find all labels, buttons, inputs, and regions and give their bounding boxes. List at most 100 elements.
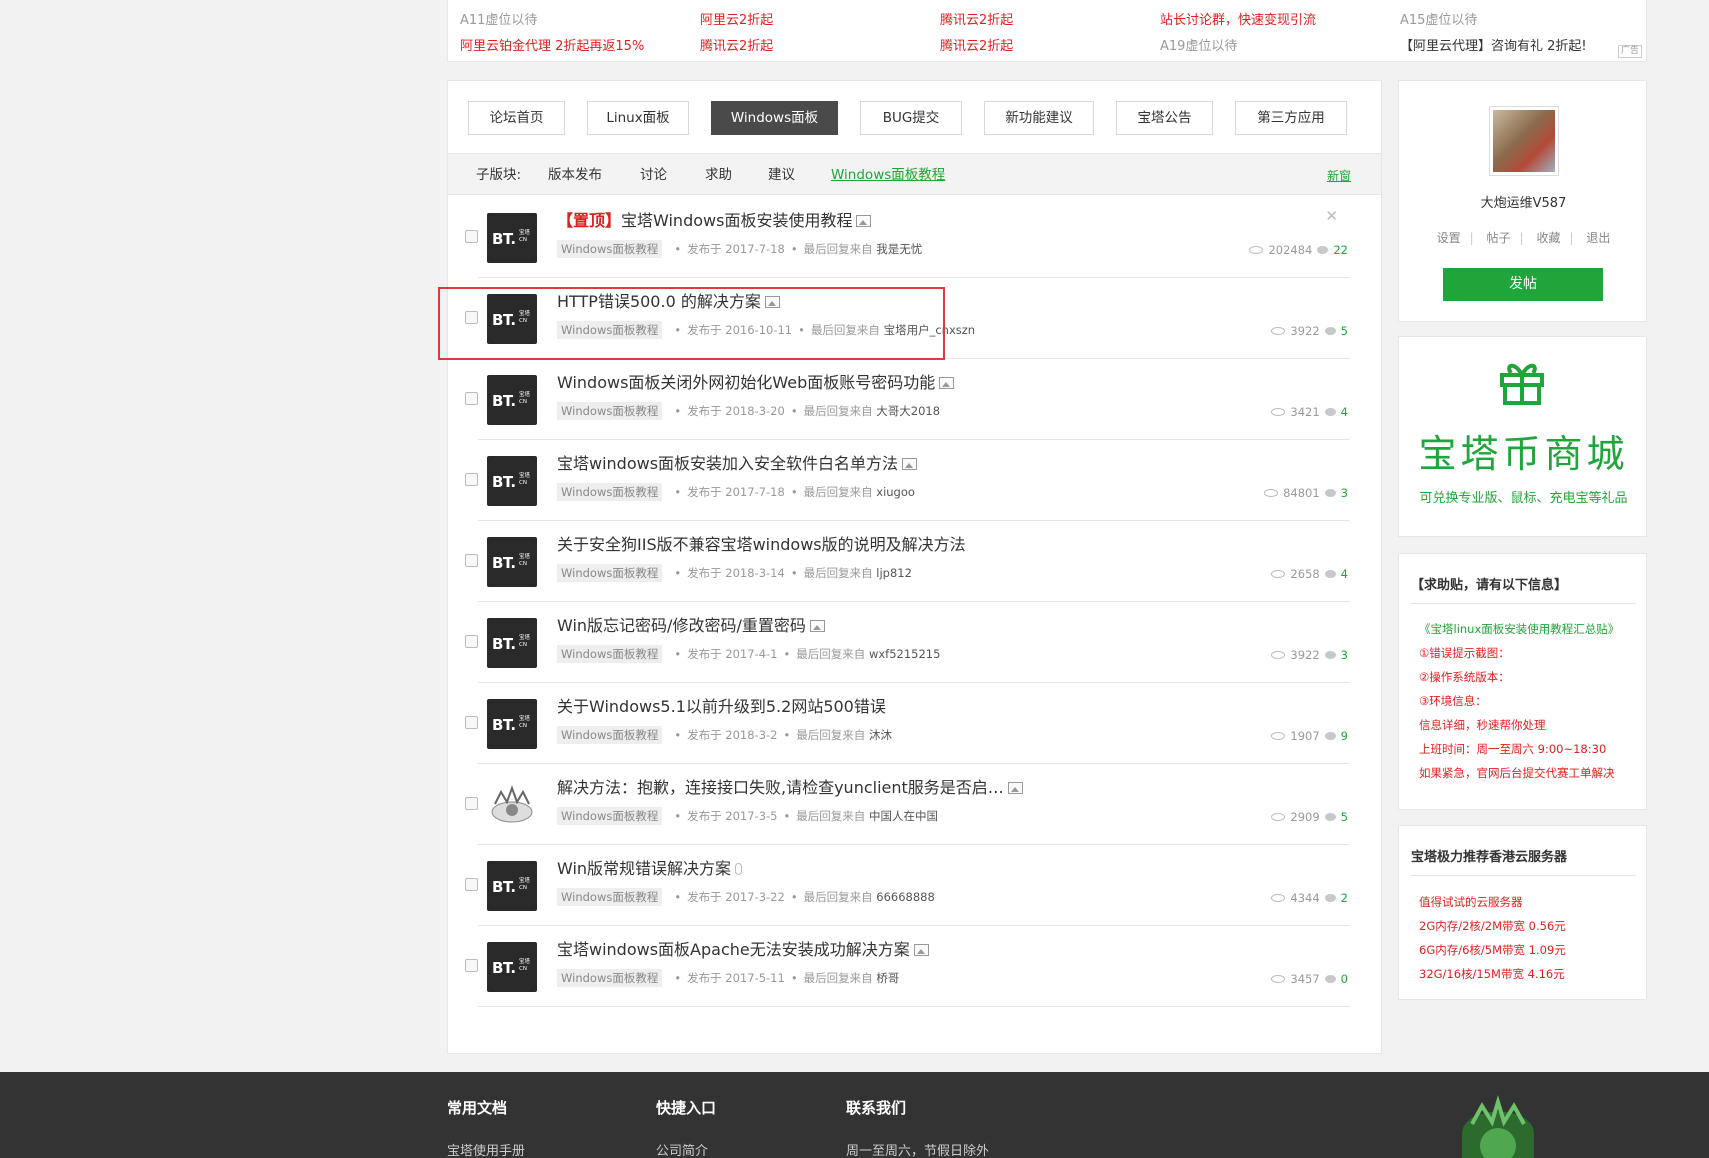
thread-checkbox[interactable]	[465, 878, 478, 891]
thread-title-text[interactable]: 宝塔Windows面板安装使用教程	[621, 211, 852, 230]
thread-row[interactable]: 解决方法：抱歉，连接接口失败,请检查yunclient服务是否启… Windows…	[465, 764, 1350, 845]
close-icon[interactable]: ✕	[1325, 207, 1338, 225]
last-reply-user[interactable]: xiugoo	[876, 485, 915, 499]
last-reply-user[interactable]: 沐沐	[869, 728, 892, 742]
ad-link[interactable]: 阿里云铂金代理 2折起再返15%	[460, 35, 644, 54]
thread-title[interactable]: 关于安全狗IIS版不兼容宝塔windows版的说明及解决方法	[557, 531, 966, 555]
thread-checkbox[interactable]	[465, 635, 478, 648]
tab-windows-panel[interactable]: Windows面板	[711, 101, 838, 135]
thread-title-text[interactable]: 宝塔windows面板Apache无法安装成功解决方案	[557, 940, 910, 959]
thread-checkbox[interactable]	[465, 554, 478, 567]
coin-shop-banner[interactable]: 宝塔币商城 可兑换专业版、鼠标、充电宝等礼品	[1398, 336, 1647, 537]
tab-linux-panel[interactable]: Linux面板	[587, 101, 689, 135]
thread-title[interactable]: 【置顶】宝塔Windows面板安装使用教程	[557, 207, 872, 231]
thread-row[interactable]: BT. 宝塔 CN 宝塔windows面板Apache无法安装成功解决方案 Window…	[465, 926, 1350, 1007]
category-badge[interactable]: Windows面板教程	[557, 888, 663, 906]
category-badge[interactable]: Windows面板教程	[557, 483, 663, 501]
thread-title[interactable]: 关于Windows5.1以前升级到5.2网站500错误	[557, 693, 886, 717]
subforum-help[interactable]: 求助	[705, 154, 732, 196]
thread-row[interactable]: BT. 宝塔 CN 宝塔windows面板安装加入安全软件白名单方法 Windows面板…	[465, 440, 1350, 521]
thread-row[interactable]: BT. 宝塔 CN 【置顶】宝塔Windows面板安装使用教程 Windows面板教程 •…	[465, 197, 1350, 278]
thread-title[interactable]: 宝塔windows面板安装加入安全软件白名单方法	[557, 450, 918, 474]
thread-checkbox[interactable]	[465, 392, 478, 405]
category-badge[interactable]: Windows面板教程	[557, 402, 663, 420]
hk-server-link[interactable]: 2G内存/2核/2M带宽 0.56元	[1419, 918, 1566, 934]
category-badge[interactable]: Windows面板教程	[557, 726, 663, 744]
ad-link[interactable]: A19虚位以待	[1160, 35, 1237, 54]
avatar[interactable]	[487, 780, 537, 830]
last-reply-user[interactable]: ljp812	[876, 566, 912, 580]
subforum-suggestions[interactable]: 建议	[768, 154, 795, 196]
thread-row[interactable]: BT. 宝塔 CN Win版常规错误解决方案 Windows面板教程 • 发布于 2017-…	[465, 845, 1350, 926]
my-posts-link[interactable]: 帖子	[1487, 231, 1511, 245]
thread-title-text[interactable]: Win版忘记密码/修改密码/重置密码	[557, 616, 806, 635]
category-badge[interactable]: Windows面板教程	[557, 564, 663, 582]
category-badge[interactable]: Windows面板教程	[557, 645, 663, 663]
thread-row[interactable]: BT. 宝塔 CN Windows面板关闭外网初始化Web面板账号密码功能 Window…	[465, 359, 1350, 440]
tab-feature-request[interactable]: 新功能建议	[984, 101, 1094, 135]
bt-avatar[interactable]: BT. 宝塔 CN	[487, 213, 537, 263]
thread-title[interactable]: Win版常规错误解决方案	[557, 855, 743, 879]
logout-link[interactable]: 退出	[1586, 231, 1610, 245]
category-badge[interactable]: Windows面板教程	[557, 969, 663, 987]
tab-third-party[interactable]: 第三方应用	[1235, 101, 1347, 135]
tutorial-summary-link[interactable]: 《宝塔linux面板安装使用教程汇总贴》	[1419, 621, 1619, 637]
subforum-discussion[interactable]: 讨论	[640, 154, 667, 196]
bt-avatar[interactable]: BT. 宝塔 CN	[487, 942, 537, 992]
ad-link[interactable]: 腾讯云2折起	[700, 35, 773, 54]
bt-avatar[interactable]: BT. 宝塔 CN	[487, 456, 537, 506]
last-reply-user[interactable]: 中国人在中国	[869, 809, 938, 823]
avatar[interactable]	[1489, 106, 1559, 176]
bt-avatar[interactable]: BT. 宝塔 CN	[487, 537, 537, 587]
thread-title-text[interactable]: 宝塔windows面板安装加入安全软件白名单方法	[557, 454, 898, 473]
thread-title-text[interactable]: 解决方法：抱歉，连接接口失败,请检查yunclient服务是否启…	[557, 778, 1004, 797]
thread-row[interactable]: BT. 宝塔 CN 关于Windows5.1以前升级到5.2网站500错误 Window…	[465, 683, 1350, 764]
thread-title[interactable]: Win版忘记密码/修改密码/重置密码	[557, 612, 825, 636]
hk-server-link[interactable]: 32G/16核/15M带宽 4.16元	[1419, 966, 1565, 982]
tab-forum-home[interactable]: 论坛首页	[468, 101, 565, 135]
ad-link[interactable]: 腾讯云2折起	[940, 9, 1013, 28]
tab-announcements[interactable]: 宝塔公告	[1116, 101, 1213, 135]
username[interactable]: 大炮运维V587	[1399, 192, 1648, 211]
bt-avatar[interactable]: BT. 宝塔 CN	[487, 699, 537, 749]
ad-link[interactable]: 站长讨论群，快速变现引流	[1160, 9, 1316, 28]
last-reply-user[interactable]: 66668888	[876, 890, 935, 904]
thread-title-text[interactable]: Windows面板关闭外网初始化Web面板账号密码功能	[557, 373, 935, 392]
thread-checkbox[interactable]	[465, 716, 478, 729]
bt-avatar[interactable]: BT. 宝塔 CN	[487, 375, 537, 425]
thread-title[interactable]: 宝塔windows面板Apache无法安装成功解决方案	[557, 936, 929, 960]
thread-checkbox[interactable]	[465, 959, 478, 972]
thread-row[interactable]: BT. 宝塔 CN Win版忘记密码/修改密码/重置密码 Windows面板教程 • 发布于…	[465, 602, 1350, 683]
favorites-link[interactable]: 收藏	[1536, 231, 1560, 245]
last-reply-user[interactable]: 大哥大2018	[876, 404, 940, 418]
thread-checkbox[interactable]	[465, 230, 478, 243]
subforum-releases[interactable]: 版本发布	[548, 154, 602, 196]
thread-title[interactable]: Windows面板关闭外网初始化Web面板账号密码功能	[557, 369, 955, 393]
ad-link[interactable]: A15虚位以待	[1400, 9, 1477, 28]
ad-link[interactable]: A11虚位以待	[460, 9, 537, 28]
bt-avatar[interactable]: BT. 宝塔 CN	[487, 861, 537, 911]
category-badge[interactable]: Windows面板教程	[557, 807, 663, 825]
hk-server-link[interactable]: 值得试试的云服务器	[1419, 894, 1523, 910]
thread-checkbox[interactable]	[465, 473, 478, 486]
bt-avatar[interactable]: BT. 宝塔 CN	[487, 618, 537, 668]
thread-title-text[interactable]: 关于Windows5.1以前升级到5.2网站500错误	[557, 697, 886, 716]
category-badge[interactable]: Windows面板教程	[557, 240, 663, 258]
new-window-link[interactable]: 新窗	[1327, 167, 1351, 184]
footer-link[interactable]: 公司简介	[656, 1140, 708, 1158]
subforum-windows-tutorials[interactable]: Windows面板教程	[831, 154, 945, 196]
settings-link[interactable]: 设置	[1437, 231, 1461, 245]
thread-checkbox[interactable]	[465, 797, 478, 810]
thread-title[interactable]: 解决方法：抱歉，连接接口失败,请检查yunclient服务是否启…	[557, 774, 1023, 798]
footer-link[interactable]: 宝塔使用手册	[447, 1140, 525, 1158]
thread-row[interactable]: BT. 宝塔 CN 关于安全狗IIS版不兼容宝塔windows版的说明及解决方法 Win…	[465, 521, 1350, 602]
last-reply-user[interactable]: 我是无忧	[876, 242, 922, 256]
ad-link[interactable]: 阿里云2折起	[700, 9, 773, 28]
ad-link[interactable]: 腾讯云2折起	[940, 35, 1013, 54]
thread-title-text[interactable]: 关于安全狗IIS版不兼容宝塔windows版的说明及解决方法	[557, 535, 966, 554]
last-reply-user[interactable]: wxf5215215	[869, 647, 940, 661]
new-post-button[interactable]: 发帖	[1443, 268, 1603, 301]
last-reply-user[interactable]: 桥哥	[876, 971, 899, 985]
ad-link[interactable]: 【阿里云代理】咨询有礼 2折起!	[1400, 35, 1587, 54]
hk-server-link[interactable]: 6G内存/6核/5M带宽 1.09元	[1419, 942, 1566, 958]
